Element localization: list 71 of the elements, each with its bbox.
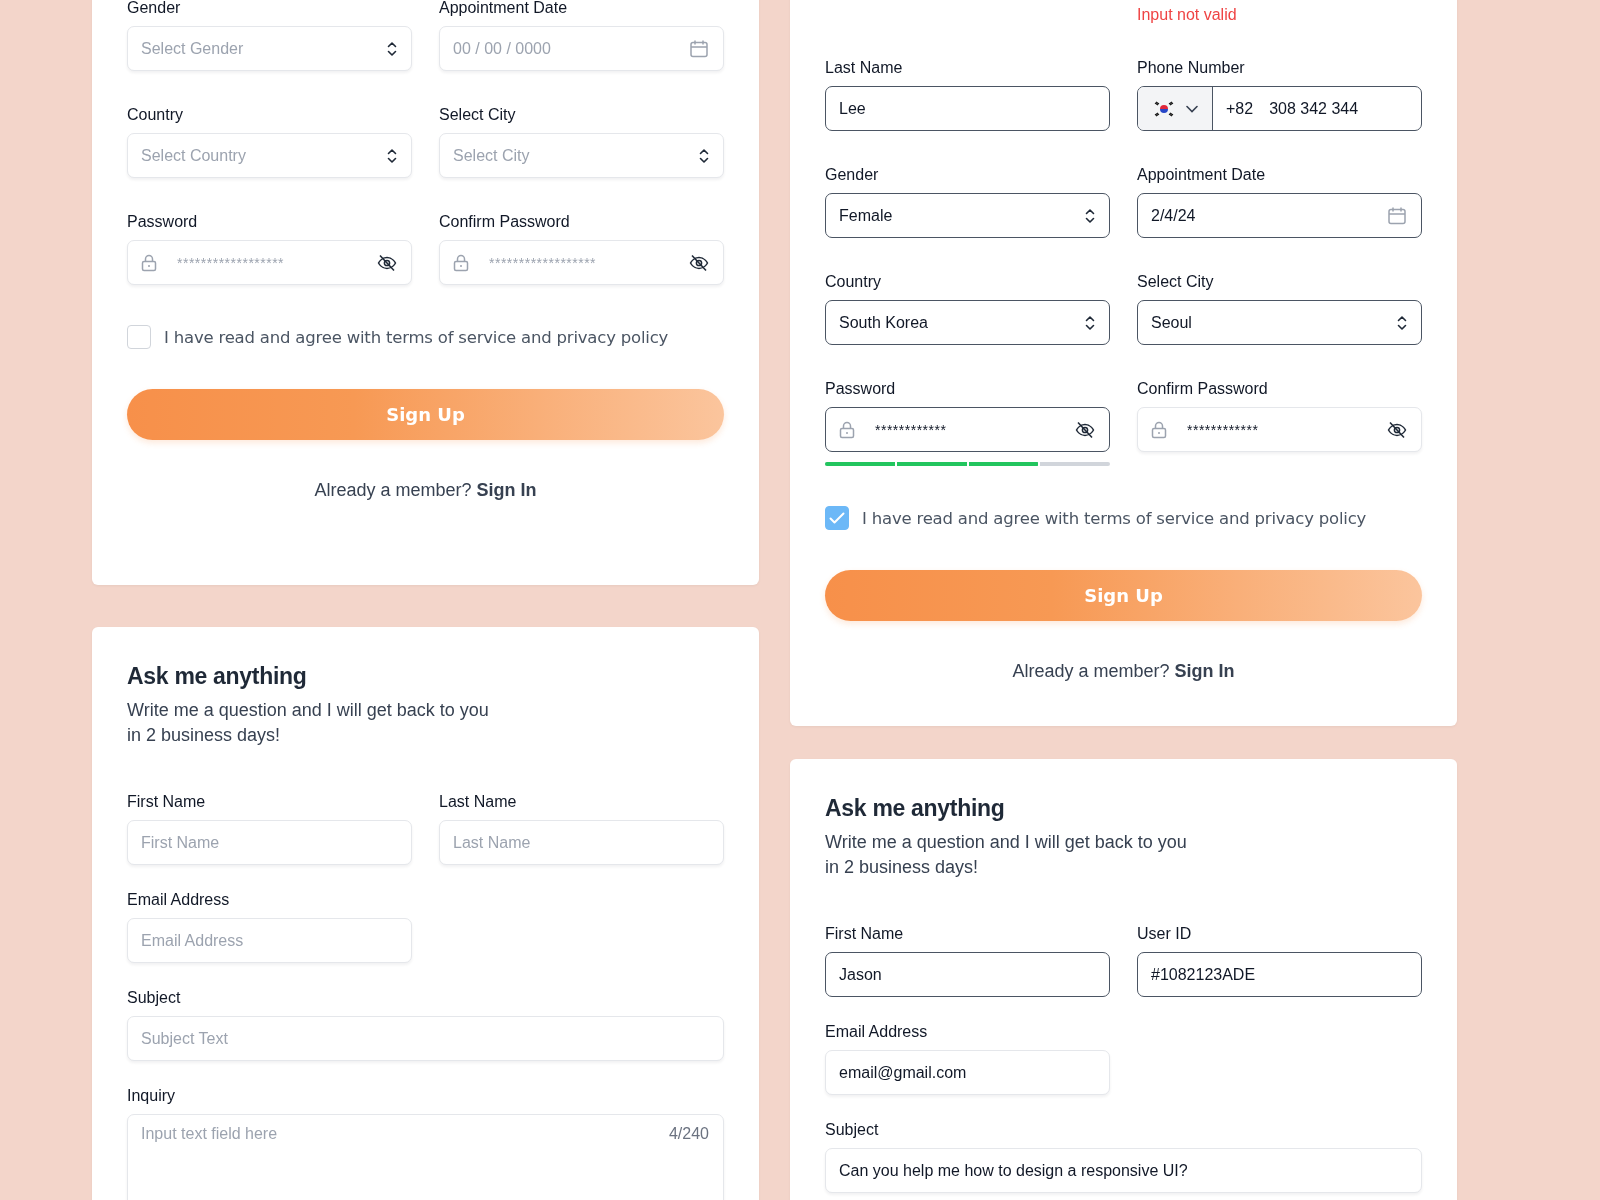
flag-icon	[1152, 99, 1176, 118]
field-label: Email Address	[825, 1022, 929, 1042]
hidden-eye-icon[interactable]	[689, 253, 709, 272]
hidden-eye-icon[interactable]	[1075, 420, 1095, 439]
lock-icon	[453, 253, 469, 272]
calendar-icon	[1387, 205, 1407, 226]
field-label: First Name	[825, 924, 905, 944]
text-field[interactable]: #1082123ADE	[1137, 952, 1422, 997]
checkmark-icon	[829, 512, 845, 524]
date-field[interactable]: 2/4/24	[1137, 193, 1422, 238]
up-down-chevron-icon	[1397, 314, 1407, 331]
sign-in-link[interactable]: Sign In	[476, 480, 537, 500]
text-field[interactable]: Can you help me how to design a responsive UI?	[825, 1148, 1422, 1193]
field-label: Appointment Date	[439, 0, 569, 18]
field-label: Select City	[439, 105, 517, 125]
form-subtitle: Write me a question and I will get back to you in 2 business days!	[825, 831, 1188, 879]
sign-in-link[interactable]: Sign In	[1174, 661, 1235, 681]
field-label: Confirm Password	[1137, 379, 1269, 399]
up-down-chevron-icon	[387, 40, 397, 57]
field-label: First Name	[127, 792, 207, 812]
up-down-chevron-icon	[1085, 314, 1095, 331]
footer-text: Already a member?	[1012, 661, 1170, 681]
form-title: Ask me anything	[127, 663, 308, 690]
password-field[interactable]: ************	[1137, 407, 1422, 452]
select-field[interactable]: Seoul	[1137, 300, 1422, 345]
hidden-eye-icon[interactable]	[377, 253, 397, 272]
form-title: Ask me anything	[825, 795, 1006, 822]
field-label: Country	[127, 105, 185, 125]
field-label: Password	[127, 212, 199, 232]
select-field[interactable]: Female	[825, 193, 1110, 238]
password-field[interactable]: ************	[825, 407, 1110, 452]
field-label: Email Address	[127, 890, 231, 910]
field-label: Country	[825, 272, 883, 292]
field-label: Appointment Date	[1137, 165, 1267, 185]
field-label: Subject	[825, 1120, 880, 1140]
field-label: Select City	[1137, 272, 1215, 292]
checkbox[interactable]	[127, 325, 151, 349]
field-label: Password	[825, 379, 897, 399]
agreement-label: I have read and agree with terms of service and privacy policy	[862, 508, 1367, 528]
phone-field[interactable]: +82 308 342 344	[1137, 86, 1422, 131]
country-code-dropdown[interactable]	[1138, 87, 1213, 130]
agreement-label: I have read and agree with terms of service and privacy policy	[164, 327, 669, 347]
up-down-chevron-icon	[1085, 207, 1095, 224]
text-field[interactable]: email@gmail.com	[825, 1050, 1110, 1095]
form-subtitle: Write me a question and I will get back to you in 2 business days!	[127, 699, 490, 747]
character-counter: 4/240	[668, 1125, 709, 1143]
checkbox[interactable]	[825, 506, 849, 530]
calendar-icon	[689, 38, 709, 59]
up-down-chevron-icon	[387, 147, 397, 164]
field-label: Inquiry	[127, 1086, 177, 1106]
field-label: User ID	[1137, 924, 1193, 944]
field-label: Confirm Password	[439, 212, 571, 232]
field-label: Last Name	[439, 792, 518, 812]
error-message: Input not valid	[1137, 5, 1238, 25]
hidden-eye-icon[interactable]	[1387, 420, 1407, 439]
field-label: Subject	[127, 988, 182, 1008]
footer-text: Already a member?	[314, 480, 472, 500]
field-label: Gender	[825, 165, 880, 185]
text-field[interactable]: Lee	[825, 86, 1110, 131]
dialing-code: +82	[1226, 99, 1254, 118]
lock-icon	[141, 253, 157, 272]
text-area[interactable]: Input text field here 4/240	[127, 1114, 724, 1200]
lock-icon	[1151, 420, 1167, 439]
field-label: Last Name	[825, 58, 904, 78]
select-field[interactable]: South Korea	[825, 300, 1110, 345]
chevron-down-icon	[1186, 104, 1198, 113]
up-down-chevron-icon	[699, 147, 709, 164]
field-label: Phone Number	[1137, 58, 1246, 78]
lock-icon	[839, 420, 855, 439]
field-label: Gender	[127, 0, 182, 18]
text-field[interactable]: Jason	[825, 952, 1110, 997]
